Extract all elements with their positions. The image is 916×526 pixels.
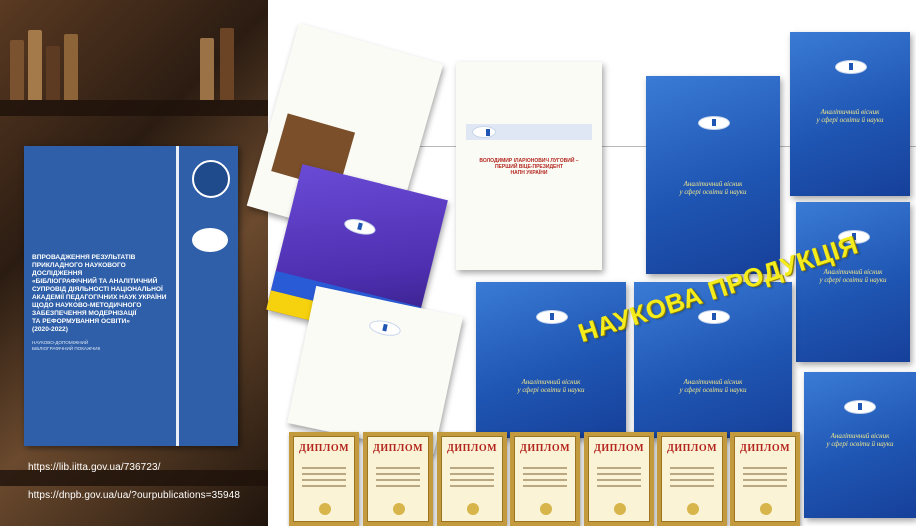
- bulletin-title: Аналітичний вісник у сфері освіти й наук…: [679, 180, 747, 196]
- cover-divider: [176, 146, 179, 446]
- bulletin-issue-11[interactable]: Аналітичний вісник у сфері освіти й наук…: [476, 282, 626, 438]
- book-spine: [28, 30, 42, 100]
- diploma-award[interactable]: ДИПЛОМ: [437, 432, 507, 526]
- diploma-title: ДИПЛОМ: [666, 443, 718, 454]
- seal-icon: [393, 503, 405, 515]
- bulletin-issue-17[interactable]: Аналітичний вісник у сфері освіти й наук…: [804, 372, 916, 518]
- bulletin-issue-14[interactable]: Аналітичний вісник у сфері освіти й наук…: [646, 76, 780, 274]
- cover-title: ВПРОВАДЖЕННЯ РЕЗУЛЬТАТІВ ПРИКЛАДНОГО НАУ…: [32, 254, 167, 333]
- academy-logo-icon: [835, 60, 867, 74]
- diploma-title: ДИПЛОМ: [446, 443, 498, 454]
- bibliography-cover[interactable]: ВПРОВАДЖЕННЯ РЕЗУЛЬТАТІВ ПРИКЛАДНОГО НАУ…: [24, 146, 238, 446]
- academy-logo-icon: [472, 126, 496, 138]
- link-dnpb[interactable]: https://dnpb.gov.ua/ua/?ourpublications=…: [28, 490, 240, 501]
- diploma-title: ДИПЛОМ: [519, 443, 571, 454]
- academy-logo-icon: [536, 310, 568, 324]
- seal-icon: [540, 503, 552, 515]
- diploma-award[interactable]: ДИПЛОМ: [363, 432, 433, 526]
- diploma-award[interactable]: ДИПЛОМ: [289, 432, 359, 526]
- book-spine: [46, 46, 60, 100]
- academy-logo-icon: [367, 317, 403, 339]
- bulletin-issue-15[interactable]: Аналітичний вісник у сфері освіти й наук…: [790, 32, 910, 196]
- diploma-award[interactable]: ДИПЛОМ: [584, 432, 654, 526]
- bulletin-title: Аналітичний вісник у сфері освіти й наук…: [816, 108, 884, 124]
- bulletin-issue-16[interactable]: Аналітичний вісник у сфері освіти й наук…: [796, 202, 910, 362]
- bulletin-title: Аналітичний вісник у сфері освіти й наук…: [517, 378, 585, 394]
- seal-icon: [614, 503, 626, 515]
- book-spine: [200, 38, 214, 100]
- diploma-title: ДИПЛОМ: [593, 443, 645, 454]
- academy-logo-icon: [342, 216, 378, 238]
- bulletin-title: Аналітичний вісник у сфері освіти й наук…: [679, 378, 747, 394]
- seal-icon: [319, 503, 331, 515]
- shelf: [0, 100, 268, 116]
- diploma-title: ДИПЛОМ: [298, 443, 350, 454]
- diploma-award[interactable]: ДИПЛОМ: [510, 432, 580, 526]
- diploma-award[interactable]: ДИПЛОМ: [657, 432, 727, 526]
- book-spine: [10, 40, 24, 100]
- academy-logo-icon: [698, 310, 730, 324]
- diploma-title: ДИПЛОМ: [739, 443, 791, 454]
- academy-logo-icon: [844, 400, 876, 414]
- bookshelf-photo-panel: ВПРОВАДЖЕННЯ РЕЗУЛЬТАТІВ ПРИКЛАДНОГО НАУ…: [0, 0, 268, 526]
- cover-subtitle: НАУКОВО-ДОПОМІЖНИЙ БІБЛІОГРАФІЧНИЙ ПОКАЖ…: [32, 340, 101, 351]
- academy-logo-icon: [698, 116, 730, 130]
- publication-cover-white[interactable]: [287, 285, 463, 455]
- link-lib-iitta[interactable]: https://lib.iitta.gov.ua/736723/: [28, 462, 161, 473]
- lugovyi-title: ВОЛОДИМИР ІЛАРІОНОВИЧ ЛУГОВИЙ – ПЕРШИЙ В…: [479, 158, 579, 176]
- seal-icon: [687, 503, 699, 515]
- seal-icon: [760, 503, 772, 515]
- diploma-award[interactable]: ДИПЛОМ: [730, 432, 800, 526]
- library-emblem-icon: [192, 160, 230, 198]
- book-spine: [64, 34, 78, 100]
- publication-lugovyi[interactable]: ВОЛОДИМИР ІЛАРІОНОВИЧ ЛУГОВИЙ – ПЕРШИЙ В…: [456, 62, 602, 270]
- academy-logo-icon: [192, 228, 228, 252]
- diploma-title: ДИПЛОМ: [372, 443, 424, 454]
- seal-icon: [467, 503, 479, 515]
- bulletin-title: Аналітичний вісник у сфері освіти й наук…: [826, 432, 894, 448]
- book-spine: [220, 28, 234, 100]
